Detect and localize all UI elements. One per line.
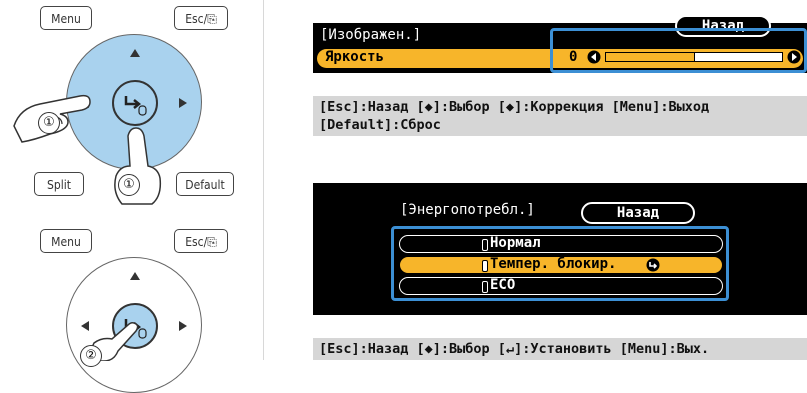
- power-consumption-menu: [Энергопотребл.] Назад Нормал Темпер. бло…: [313, 183, 807, 315]
- slider-track[interactable]: [605, 52, 783, 62]
- option-label: Темпер. блокир.: [490, 256, 617, 272]
- up-arrow-icon[interactable]: [130, 49, 140, 57]
- split-button[interactable]: Split: [34, 172, 84, 196]
- right-arrow-icon[interactable]: [179, 98, 187, 108]
- menu-button[interactable]: Menu: [40, 229, 92, 253]
- value-highlight-box: 0: [550, 28, 807, 73]
- esc-button[interactable]: Esc/⎘: [174, 6, 228, 30]
- help-line-1: [Esc]:Назад [◆]:Выбор [↵]:Установить [Me…: [319, 341, 710, 357]
- options-highlight-box: Нормал Темпер. блокир. ECO: [391, 226, 729, 301]
- up-arrow-icon[interactable]: [130, 272, 140, 280]
- enter-icon: [646, 258, 660, 272]
- option-label: ECO: [490, 277, 516, 293]
- slider-value: 0: [569, 49, 578, 65]
- esc-button[interactable]: Esc/⎘: [174, 229, 228, 253]
- slider-left-icon[interactable]: [587, 50, 601, 64]
- item-label: Яркость: [325, 49, 385, 65]
- radio-indicator-icon: [482, 281, 488, 293]
- step-2-marker: ②: [80, 345, 102, 367]
- brightness-menu: [Изображен.] Назад Яркость 0: [313, 15, 807, 73]
- radio-indicator-icon: [482, 239, 488, 251]
- help-bar-2: [Esc]:Назад [◆]:Выбор [↵]:Установить [Me…: [313, 338, 807, 360]
- remote-control-top: Menu Esc/⎘ ① ① Split Default: [0, 0, 262, 205]
- back-button[interactable]: Назад: [581, 202, 695, 224]
- menu-title: [Энергопотребл.]: [400, 202, 535, 218]
- radio-indicator-icon: [482, 260, 488, 272]
- enter-icon: [124, 96, 147, 116]
- step-1-bottom-marker: ①: [118, 174, 140, 196]
- remote-control-bottom: Menu Esc/⎘ ②: [0, 205, 262, 393]
- enter-button[interactable]: [112, 80, 158, 126]
- slider-fill: [606, 53, 695, 61]
- slider-right-icon[interactable]: [787, 50, 801, 64]
- help-bar-1: [Esc]:Назад [◆]:Выбор [◆]:Коррекция [Men…: [313, 96, 807, 136]
- option-row[interactable]: Темпер. блокир.: [399, 256, 723, 274]
- default-button[interactable]: Default: [176, 172, 234, 196]
- right-arrow-icon[interactable]: [179, 321, 187, 331]
- menu-title: [Изображен.]: [320, 27, 422, 43]
- panel-divider: [263, 0, 264, 360]
- step-1-left-marker: ①: [38, 112, 60, 134]
- hand-down-icon: [114, 127, 162, 205]
- option-row[interactable]: ECO: [399, 277, 723, 295]
- option-row[interactable]: Нормал: [399, 235, 723, 253]
- help-line-2: [Default]:Сброс: [319, 117, 441, 133]
- menu-button[interactable]: Menu: [40, 6, 92, 30]
- option-label: Нормал: [490, 235, 541, 251]
- help-line-1: [Esc]:Назад [◆]:Выбор [◆]:Коррекция [Men…: [319, 99, 710, 115]
